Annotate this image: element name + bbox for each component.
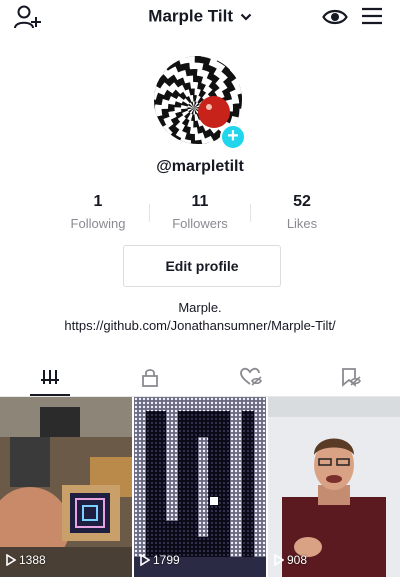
divider — [250, 204, 251, 222]
view-count: 1799 — [140, 552, 180, 567]
edit-profile-button[interactable]: Edit profile — [123, 245, 281, 287]
stat-value: 11 — [191, 193, 209, 210]
profile-stats: 1 Following 11 Followers 52 Likes — [0, 193, 400, 237]
play-icon — [274, 553, 285, 567]
video-thumbnail-image — [0, 397, 132, 577]
liked-hidden-icon — [240, 367, 262, 386]
stat-followers[interactable]: 11 Followers — [150, 193, 250, 231]
username: @marpletilt — [156, 158, 244, 175]
bio-link[interactable]: https://github.com/Jonathansumner/Marple… — [0, 317, 400, 335]
content-tabs — [0, 361, 400, 397]
page-title: Marple Tilt — [148, 6, 233, 26]
lock-icon — [142, 369, 158, 387]
menu-icon[interactable] — [361, 7, 383, 25]
stat-label: Likes — [286, 216, 318, 231]
video-thumbnail[interactable]: 908 — [268, 397, 400, 577]
video-thumbnail-image — [134, 397, 266, 577]
stat-value: 1 — [93, 193, 103, 210]
plus-icon[interactable]: + — [220, 124, 246, 150]
stat-likes[interactable]: 52 Likes — [252, 193, 352, 231]
avatar-container[interactable]: + — [154, 56, 246, 150]
bio: Marple. https://github.com/Jonathansumne… — [0, 299, 400, 335]
stat-value: 52 — [293, 193, 311, 210]
play-icon — [140, 553, 151, 567]
view-count-value: 1388 — [19, 553, 46, 567]
video-grid: 1388 1799 908 — [0, 397, 400, 577]
stat-following[interactable]: 1 Following — [48, 193, 148, 231]
top-bar: Marple Tilt — [0, 0, 400, 34]
saved-hidden-icon — [342, 368, 361, 387]
tab-videos[interactable] — [0, 361, 100, 397]
tab-liked[interactable] — [200, 361, 300, 397]
bio-text: Marple. — [178, 300, 222, 315]
video-thumbnail[interactable]: 1799 — [134, 397, 266, 577]
tab-private[interactable] — [100, 361, 200, 397]
active-tab-indicator — [30, 394, 70, 396]
view-count: 908 — [274, 552, 307, 567]
play-icon — [6, 553, 17, 567]
view-count-value: 1799 — [153, 553, 180, 567]
video-thumbnail-image — [268, 397, 400, 577]
stat-label: Following — [70, 216, 126, 231]
chevron-down-icon — [240, 13, 251, 21]
view-count: 1388 — [6, 552, 46, 567]
video-thumbnail[interactable]: 1388 — [0, 397, 132, 577]
eye-icon[interactable] — [322, 7, 348, 27]
tab-saved[interactable] — [300, 361, 400, 397]
videos-grid-icon — [41, 370, 59, 384]
view-count-value: 908 — [287, 553, 308, 567]
stat-label: Followers — [172, 216, 228, 231]
